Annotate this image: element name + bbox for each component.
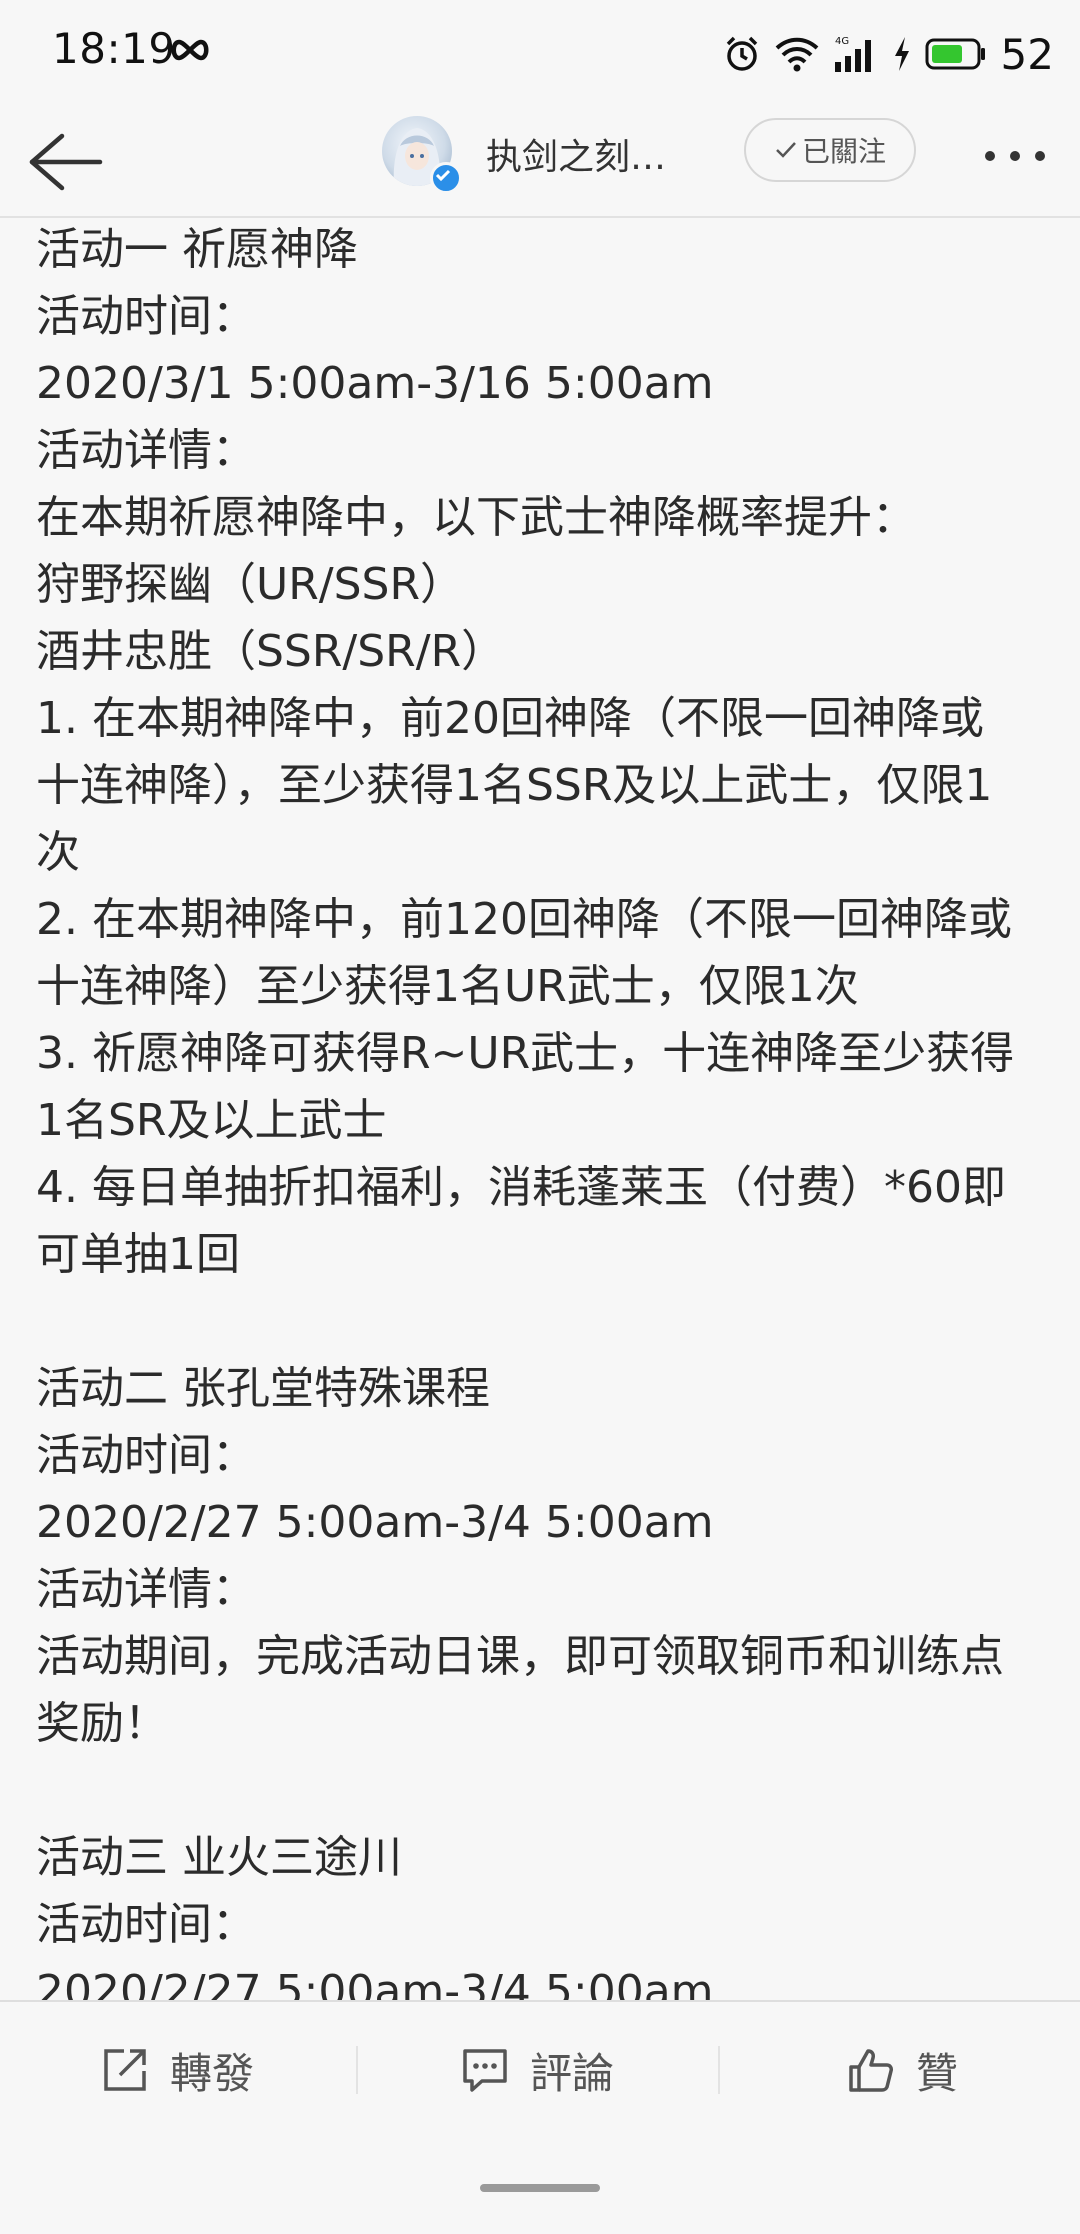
back-arrow-icon [29,133,103,191]
post-line: 可单抽1回 [36,1229,240,1280]
more-dots-icon [985,151,1045,161]
back-button[interactable] [26,130,106,194]
post-line: 活动时间： [36,1430,256,1481]
account-name[interactable]: 执剑之刻… [486,128,666,180]
nav-header: 执剑之刻… 已關注 [0,108,1080,218]
post-line: 酒井忠胜（SSR/SR/R） [36,626,506,677]
status-bar: 18:19 4G 52 [0,0,1080,108]
share-icon [104,2049,146,2091]
more-options-button[interactable] [980,136,1050,176]
post-line: 奖励！ [36,1698,168,1749]
repost-button[interactable]: 轉發 [100,2032,254,2108]
battery-icon [925,37,987,71]
post-line: 活动详情： [36,1564,256,1615]
post-line: 2. 在本期神降中，前120回神降（不限一回神降或 [36,894,1012,945]
status-time: 18:19 [52,24,176,73]
post-line: 1名SR及以上武士 [36,1095,387,1146]
post-line-blank [36,1288,1046,1355]
post-line-blank [36,1757,1046,1824]
alarm-icon [723,35,761,73]
post-line: 活动详情： [36,425,256,476]
charging-icon [893,37,911,71]
infinity-icon [168,38,212,66]
follow-label: 已關注 [801,135,886,168]
post-line: 1. 在本期神降中，前20回神降（不限一回神降或 [36,693,984,744]
post-line: 活动二 张孔堂特殊课程 [36,1363,490,1414]
post-line: 3. 祈愿神降可获得R~UR武士，十连神降至少获得 [36,1028,1015,1079]
comment-label: 評論 [530,2048,615,2098]
post-line: 活动期间，完成活动日课，即可领取铜币和训练点 [36,1631,1004,1682]
post-line: 活动时间： [36,291,256,342]
comment-button[interactable]: 評論 [460,2032,614,2108]
post-line: 十连神降），至少获得1名SSR及以上武士，仅限1 [36,760,993,811]
like-button[interactable]: 贊 [846,2032,958,2108]
checkmark-icon [776,142,796,158]
comment-icon [463,2049,507,2092]
post-line: 十连神降）至少获得1名UR武士，仅限1次 [36,961,859,1012]
svg-text:4G: 4G [835,36,849,47]
post-content: 活动一 祈愿神降 活动时间： 2020/3/1 5:00am-3/16 5:00… [36,216,1046,2000]
action-divider [718,2046,720,2094]
post-line: 2020/3/1 5:00am-3/16 5:00am [36,358,714,409]
verified-badge-icon [430,162,462,194]
post-line: 4. 每日单抽折扣福利，消耗蓬莱玉（付费）*60即 [36,1162,1006,1213]
status-icons: 4G 52 [723,26,1054,82]
action-divider [356,2046,358,2094]
post-line: 次 [36,827,80,878]
bottom-action-bar: 轉發 評論 贊 [0,2000,1080,2234]
post-line: 2020/2/27 5:00am-3/4 5:00am [36,1966,714,2000]
cellular-signal-icon: 4G [833,34,879,74]
post-line: 在本期祈愿神降中，以下武士神降概率提升： [36,492,916,543]
post-line: 2020/2/27 5:00am-3/4 5:00am [36,1497,714,1548]
follow-button[interactable]: 已關注 [744,118,916,182]
home-indicator[interactable] [480,2184,600,2192]
post-line: 狩野探幽（UR/SSR） [36,559,465,610]
wifi-icon [775,36,819,72]
post-line: 活动一 祈愿神降 [36,224,358,275]
like-label: 贊 [916,2048,959,2098]
repost-label: 轉發 [170,2048,255,2098]
post-line: 活动三 业火三途川 [36,1832,402,1883]
thumbs-up-icon [849,2049,893,2092]
battery-level: 52 [1000,29,1054,79]
post-line: 活动时间： [36,1899,256,1950]
